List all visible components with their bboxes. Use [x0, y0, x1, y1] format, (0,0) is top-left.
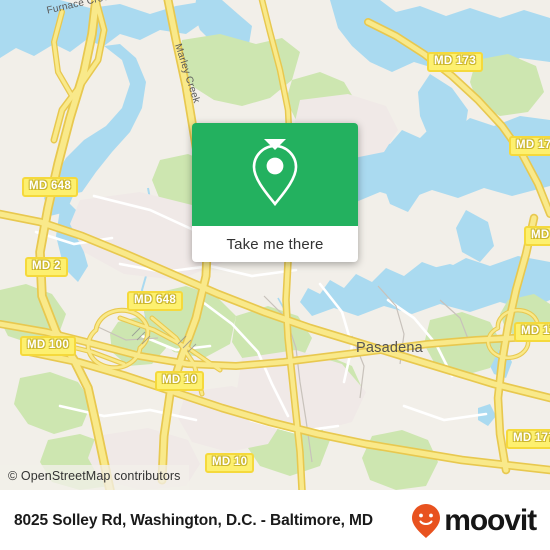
road-shield[interactable]: MD 173 [427, 52, 484, 72]
map-screen: Furnace Creek Marley Creek Pasadena MD 1… [0, 0, 550, 550]
address-label: 8025 Solley Rd, Washington, D.C. - Balti… [14, 511, 373, 529]
place-label-pasadena: Pasadena [356, 340, 423, 356]
road-shield[interactable]: MD 17 [514, 322, 550, 342]
moovit-smiley-pin-icon [412, 503, 441, 538]
footer-bar: 8025 Solley Rd, Washington, D.C. - Balti… [0, 490, 550, 550]
location-pin-icon [252, 144, 298, 206]
road-shield[interactable]: MD 2 [25, 257, 68, 277]
moovit-logo[interactable]: moovit [410, 503, 537, 539]
take-me-there-button[interactable]: Take me there [192, 226, 358, 262]
road-shield[interactable]: MD 10 [155, 371, 205, 391]
road-shield[interactable]: MD 648 [127, 291, 184, 311]
moovit-wordmark: moovit [444, 503, 537, 537]
road-shield[interactable]: MD 648 [22, 177, 79, 197]
road-shield[interactable]: MD [524, 226, 550, 246]
osm-attribution[interactable]: © OpenStreetMap contributors [0, 465, 189, 490]
road-shield[interactable]: MD 10 [205, 453, 255, 473]
popup-tail [264, 139, 286, 150]
road-shield[interactable]: MD 100 [20, 336, 77, 356]
road-shield[interactable]: MD 173 [509, 136, 550, 156]
road-shield[interactable]: MD 177 [506, 429, 550, 449]
take-me-there-label: Take me there [226, 235, 324, 253]
